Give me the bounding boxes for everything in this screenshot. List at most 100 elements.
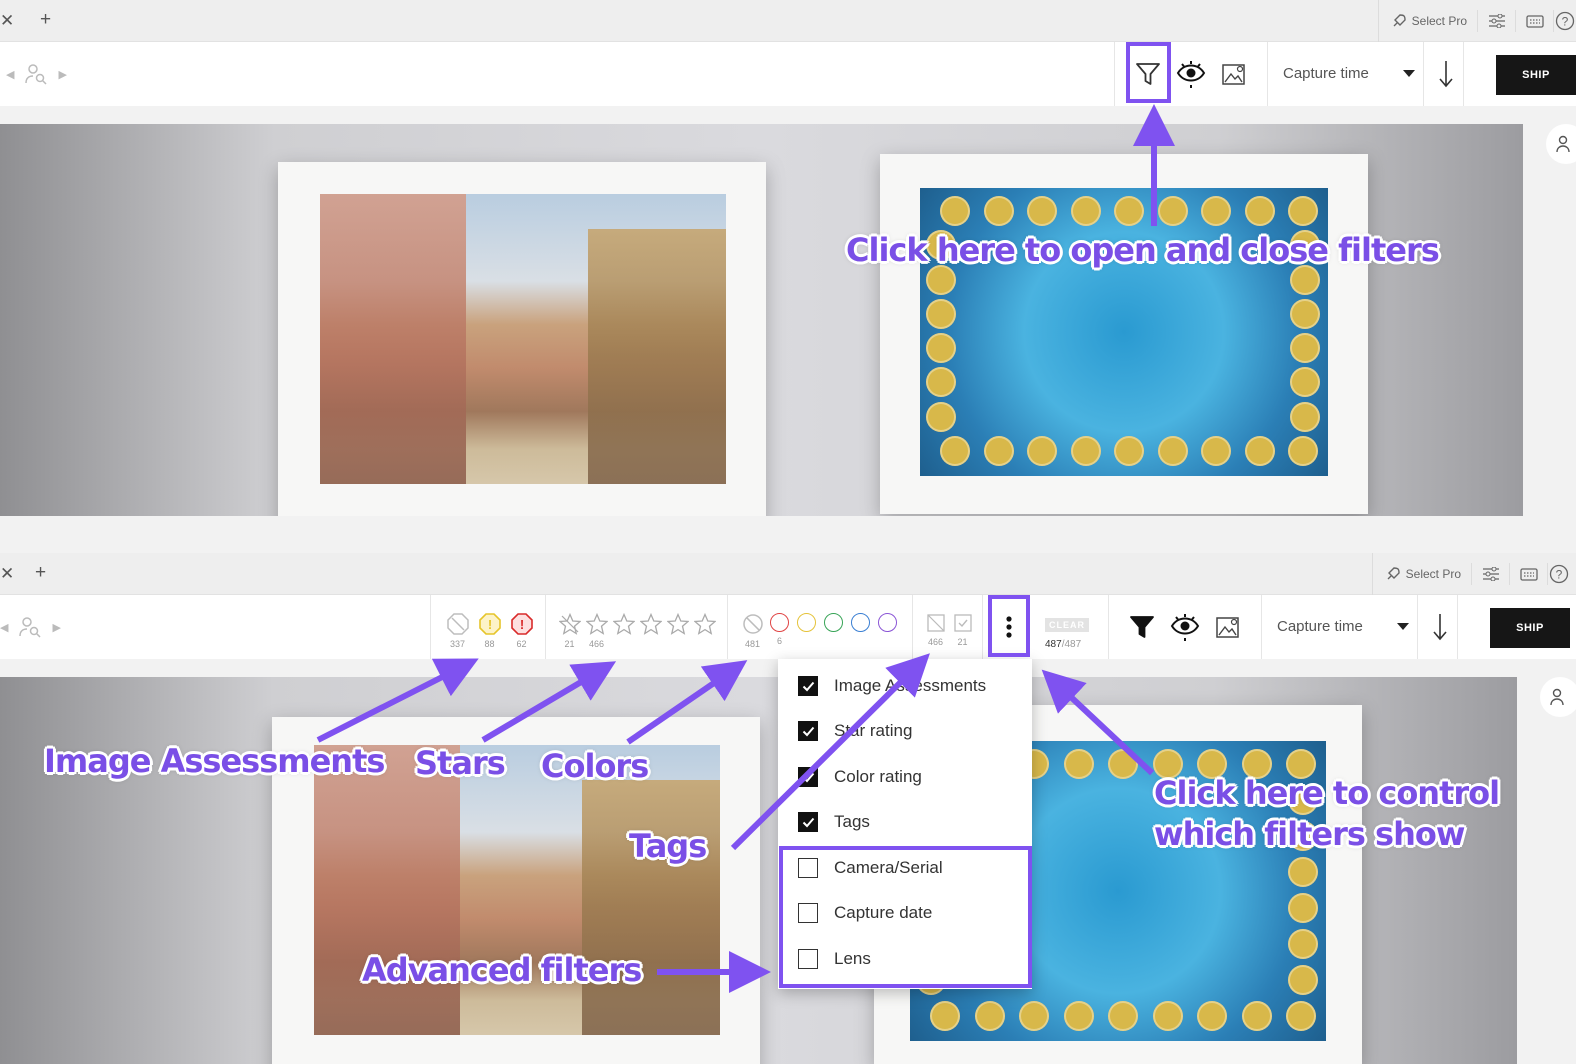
assessment-filter-error[interactable]: ! 62 <box>508 613 535 649</box>
close-tab-icon[interactable]: ✕ <box>0 11 14 31</box>
annotation-stars: Stars <box>415 744 506 782</box>
star-icon <box>693 613 716 635</box>
star-filter-3[interactable] <box>637 613 664 649</box>
checkbox-checked[interactable] <box>798 767 818 787</box>
eye-visibility-icon[interactable] <box>1174 57 1208 91</box>
help-icon[interactable]: ? <box>1554 10 1576 32</box>
umbrella <box>1288 436 1318 466</box>
sort-direction-arrow-icon[interactable] <box>1436 59 1456 89</box>
ship-button[interactable]: SHIP <box>1490 608 1570 648</box>
select-pro-button[interactable]: Select Pro <box>1385 563 1472 585</box>
star-filter-0[interactable]: 21 <box>556 613 583 649</box>
umbrella <box>940 196 970 226</box>
color-filter-green[interactable] <box>820 613 847 646</box>
color-filter-blue[interactable] <box>847 613 874 646</box>
add-tab-icon[interactable]: + <box>40 9 51 31</box>
umbrella <box>983 436 1014 466</box>
image-info-icon[interactable] <box>1211 610 1245 644</box>
pool-frame <box>880 154 1368 514</box>
filter-count: 21 <box>564 639 575 649</box>
menu-item-tags[interactable]: Tags <box>798 812 870 832</box>
annotation-filters-toggle: Click here to open and close filters <box>846 231 1440 269</box>
sort-dropdown-caret-icon[interactable] <box>1397 623 1409 630</box>
filter-count: 337 <box>449 639 466 649</box>
clear-filters-button[interactable]: CLEAR <box>1045 618 1089 632</box>
bottom-photo[interactable] <box>0 677 1517 1064</box>
menu-item-star-rating[interactable]: Star rating <box>798 721 912 741</box>
annotation-colors: Colors <box>541 747 649 785</box>
umbrella <box>1288 929 1318 959</box>
color-filter-none[interactable]: 481 <box>739 613 766 649</box>
next-person-icon[interactable]: ▶ <box>58 68 66 81</box>
filter-total-count: /487 <box>1061 639 1082 650</box>
annotation-advanced-filters: Advanced filters <box>362 951 642 989</box>
umbrella <box>1290 298 1320 329</box>
assessment-filter-warning[interactable]: ! 88 <box>476 613 503 649</box>
image-info-icon[interactable] <box>1217 57 1251 91</box>
top-people-side-button[interactable] <box>1546 124 1576 164</box>
color-filter-yellow[interactable] <box>793 613 820 646</box>
keyboard-icon[interactable] <box>1516 10 1554 32</box>
top-photo[interactable] <box>0 124 1523 516</box>
page: ✕ + Select Pro ? ◀ ▶ Capture time SHIP ✕… <box>0 0 1576 1064</box>
star-filter-1[interactable]: 466 <box>583 613 610 649</box>
star-filter-group: 21 466 <box>556 595 718 659</box>
person-search-icon[interactable] <box>18 615 42 639</box>
filter-toggle-icon[interactable] <box>1125 610 1159 644</box>
umbrella <box>926 333 956 364</box>
settings-sliders-icon[interactable] <box>1478 10 1516 32</box>
assessment-filter-rejected[interactable]: 337 <box>444 613 471 649</box>
close-tab-icon[interactable]: ✕ <box>0 564 14 584</box>
menu-item-color-rating[interactable]: Color rating <box>798 767 922 787</box>
settings-sliders-icon[interactable] <box>1472 563 1510 585</box>
tag-filter-untagged[interactable]: 466 <box>922 613 949 647</box>
checkbox-checked[interactable] <box>798 812 818 832</box>
ship-button[interactable]: SHIP <box>1496 55 1576 95</box>
umbrella <box>1063 749 1094 779</box>
umbrella <box>926 367 956 398</box>
prev-person-icon[interactable]: ◀ <box>0 621 8 634</box>
select-pro-label: Select Pro <box>1405 567 1461 581</box>
filter-shown-count: 487 <box>1045 639 1062 650</box>
umbrella <box>1152 1001 1183 1031</box>
prev-person-icon[interactable]: ◀ <box>6 68 14 81</box>
advanced-filters-highlight <box>779 846 1032 988</box>
umbrella <box>930 1001 960 1031</box>
bottom-toolbar: ◀ ▶ 337 ! 88 ! 62 21 466 481 6 466 21 CL… <box>0 595 1576 659</box>
star-filter-4[interactable] <box>664 613 691 649</box>
umbrella <box>1114 196 1144 226</box>
divider <box>1463 42 1464 106</box>
purple-circle-icon <box>878 613 897 632</box>
color-filter-purple[interactable] <box>874 613 901 646</box>
star-filter-5[interactable] <box>691 613 718 649</box>
sort-dropdown-caret-icon[interactable] <box>1403 70 1415 77</box>
sort-select[interactable]: Capture time <box>1283 65 1369 82</box>
filter-count: 21 <box>957 637 968 647</box>
top-people-nav: ◀ ▶ <box>6 62 67 86</box>
star-icon <box>666 613 689 635</box>
sort-select[interactable]: Capture time <box>1277 618 1363 635</box>
sort-direction-arrow-icon[interactable] <box>1430 612 1450 642</box>
eye-visibility-icon[interactable] <box>1168 610 1202 644</box>
person-search-icon[interactable] <box>24 62 48 86</box>
checkbox-checked[interactable] <box>798 721 818 741</box>
star-icon <box>639 613 662 635</box>
umbrella <box>1288 893 1318 923</box>
menu-item-image-assessments[interactable]: Image Assessments <box>798 676 986 696</box>
color-filter-red[interactable]: 6 <box>766 613 793 646</box>
umbrella <box>1201 196 1231 226</box>
havana-street-print <box>320 194 726 484</box>
star-filter-2[interactable] <box>610 613 637 649</box>
red-circle-icon <box>770 613 789 632</box>
divider <box>912 595 913 659</box>
keyboard-icon[interactable] <box>1510 563 1548 585</box>
select-pro-button[interactable]: Select Pro <box>1391 10 1478 32</box>
checkbox-checked[interactable] <box>798 676 818 696</box>
tag-filter-tagged[interactable]: 21 <box>949 613 976 647</box>
add-tab-icon[interactable]: + <box>35 562 46 584</box>
umbrella <box>926 401 956 432</box>
help-icon[interactable]: ? <box>1548 563 1570 585</box>
bottom-people-side-button[interactable] <box>1540 677 1576 717</box>
menu-item-label: Color rating <box>834 767 922 786</box>
next-person-icon[interactable]: ▶ <box>52 621 60 634</box>
